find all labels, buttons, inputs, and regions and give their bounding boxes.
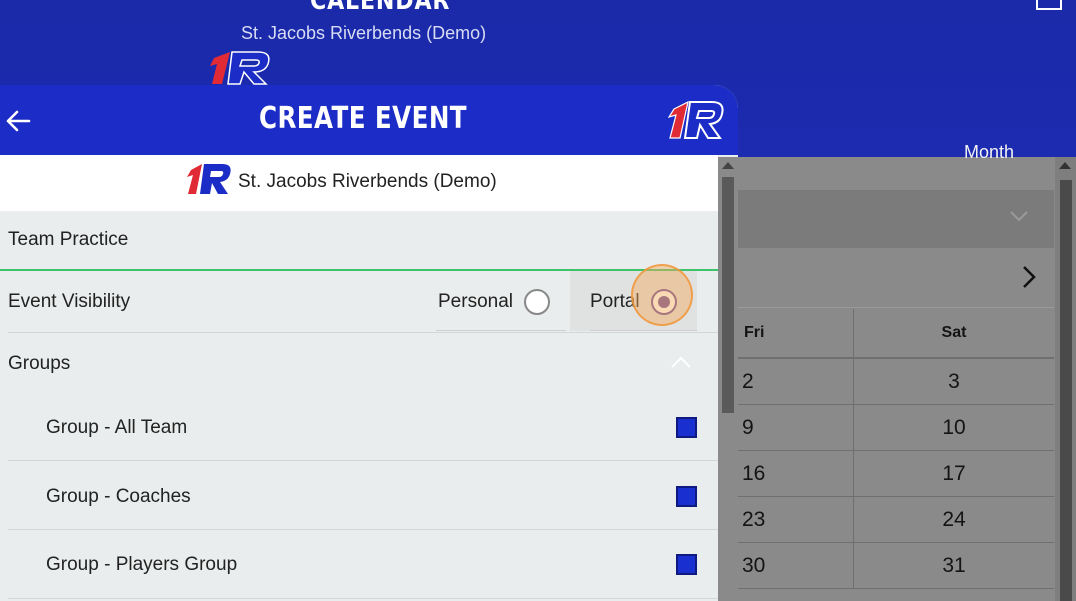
group-item-coaches[interactable]: Group - Coaches (8, 462, 718, 530)
modal-scrollbar-thumb[interactable] (722, 177, 734, 413)
chevron-right-icon[interactable] (1018, 264, 1040, 290)
group-item-all-team[interactable]: Group - All Team (8, 393, 718, 461)
create-event-modal: CREATE EVENT St. Jacobs Riverbends (Demo… (0, 85, 738, 601)
group-checkbox[interactable] (676, 417, 697, 438)
calendar-week-row: 16 17 (738, 451, 1054, 497)
calendar-week-row: 23 24 (738, 497, 1054, 543)
event-title-field[interactable] (0, 211, 718, 271)
chevron-down-icon[interactable] (1008, 205, 1030, 227)
calendar-menu-button[interactable] (1036, 0, 1062, 10)
1r-logo-icon (210, 51, 270, 85)
event-visibility-row: Event Visibility Personal Portal (0, 271, 718, 333)
group-item-label: Group - Coaches (46, 486, 191, 507)
calendar-week-row: 9 10 (738, 405, 1054, 451)
calendar-day[interactable]: 30 (738, 543, 854, 588)
calendar-day[interactable]: 23 (738, 497, 854, 542)
view-month-label[interactable]: Month (964, 142, 1014, 163)
option-underline (590, 330, 697, 331)
visibility-option-label: Personal (438, 291, 513, 312)
modal-title: CREATE EVENT (258, 101, 468, 136)
calendar-club-name: St. Jacobs Riverbends (Demo) (241, 23, 487, 43)
event-title-input[interactable] (8, 229, 688, 251)
club-name: St. Jacobs Riverbends (Demo) (238, 171, 497, 192)
arrow-left-icon[interactable] (4, 107, 32, 135)
calendar-day[interactable]: 9 (738, 405, 854, 450)
personal-radio[interactable] (524, 289, 550, 315)
event-visibility-label: Event Visibility (8, 291, 131, 312)
calendar-day[interactable]: 10 (854, 405, 1054, 450)
day-header-sat: Sat (941, 324, 967, 341)
calendar-grid: Fri Sat 2 3 9 10 16 17 23 24 30 31 (738, 309, 1054, 589)
1r-logo-icon (187, 164, 231, 194)
click-indicator (631, 264, 693, 326)
calendar-day[interactable]: 31 (854, 543, 1054, 588)
calendar-filter-row[interactable] (738, 190, 1054, 248)
day-header-fri: Fri (738, 309, 854, 357)
groups-section-toggle[interactable]: Groups (0, 333, 718, 393)
group-item-players-group[interactable]: Group - Players Group (8, 531, 718, 599)
group-item-label: Group - Players Group (46, 554, 238, 575)
calendar-day[interactable]: 16 (738, 451, 854, 496)
visibility-option-personal[interactable]: Personal (436, 271, 566, 331)
scroll-up-arrow-icon[interactable] (722, 162, 734, 169)
calendar-week-row: 30 31 (738, 543, 1054, 589)
calendar-day[interactable]: 2 (738, 359, 854, 404)
calendar-day[interactable]: 3 (854, 359, 1054, 404)
group-item-label: Group - All Team (46, 417, 188, 438)
club-banner: St. Jacobs Riverbends (Demo) (0, 155, 718, 211)
calendar-day[interactable]: 17 (854, 451, 1054, 496)
option-underline (436, 330, 566, 331)
calendar-grid-header: Fri Sat (738, 309, 1054, 359)
calendar-day[interactable]: 24 (854, 497, 1054, 542)
modal-header: CREATE EVENT (0, 85, 738, 155)
1r-logo-icon (668, 100, 724, 139)
calendar-title: CALENDAR (310, 0, 451, 16)
group-checkbox[interactable] (676, 554, 697, 575)
group-checkbox[interactable] (676, 486, 697, 507)
calendar-scrollbar-thumb[interactable] (1060, 180, 1072, 601)
calendar-nav-row (738, 249, 1054, 308)
calendar-week-row: 2 3 (738, 359, 1054, 405)
scroll-up-arrow-icon[interactable] (1059, 162, 1071, 169)
groups-label: Groups (8, 353, 71, 374)
chevron-up-icon[interactable] (670, 353, 692, 371)
